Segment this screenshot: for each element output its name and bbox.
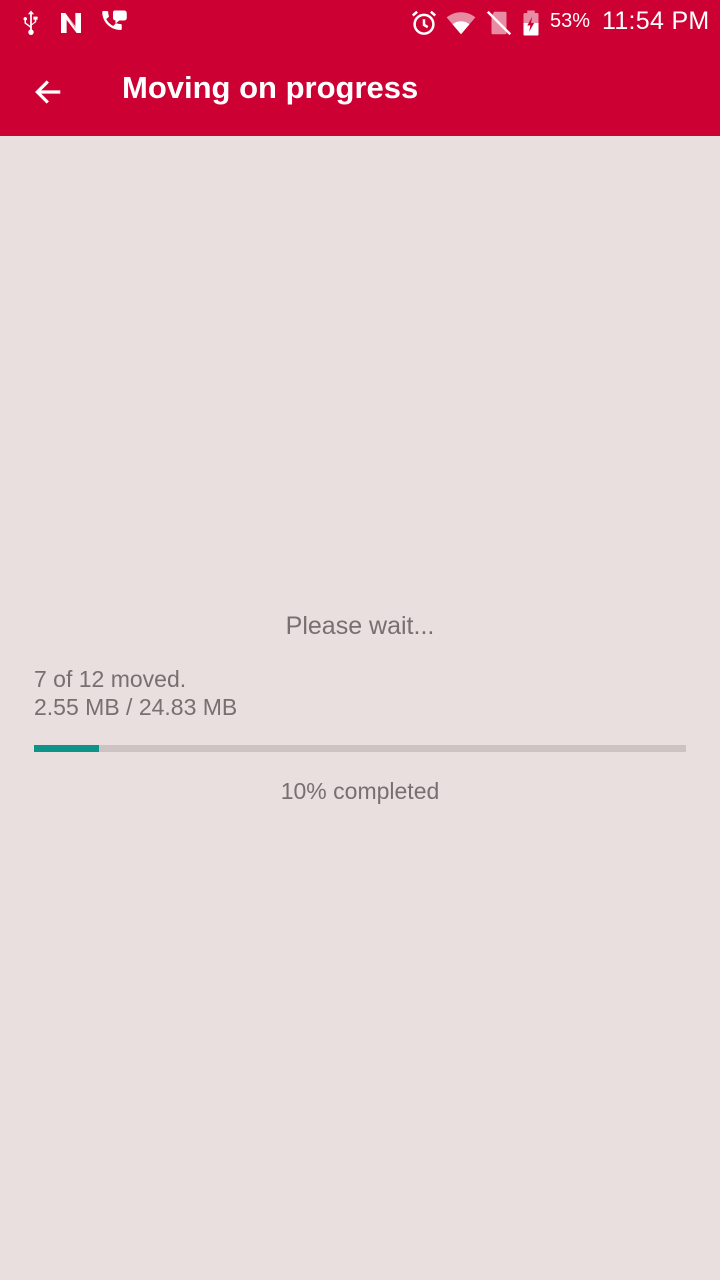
status-bar: 53% 11:54 PM bbox=[0, 0, 720, 48]
usb-icon bbox=[16, 8, 46, 38]
status-message: Please wait... bbox=[285, 612, 435, 640]
app-bar: Moving on progress bbox=[0, 48, 720, 136]
battery-percent: 53% bbox=[550, 10, 591, 32]
battery-charging-icon bbox=[516, 8, 546, 38]
progress-bar-fill bbox=[34, 745, 100, 752]
page-title: Moving on progress bbox=[122, 70, 419, 105]
moved-size: 2.55 MB / 24.83 MB bbox=[34, 694, 238, 720]
alarm-icon bbox=[409, 8, 439, 38]
completion-percent: 10% bbox=[280, 778, 327, 804]
arrow-left-icon bbox=[32, 76, 64, 108]
wifi-icon bbox=[446, 8, 476, 38]
completion-suffix: completed bbox=[326, 778, 440, 804]
phone-chat-icon bbox=[98, 8, 128, 38]
progress-panel: Please wait... 7 of 12 moved. 2.55 MB / … bbox=[0, 136, 720, 1280]
no-sim-icon bbox=[484, 8, 514, 38]
n-app-icon bbox=[56, 8, 86, 38]
completion-label: 10% completed bbox=[0, 778, 720, 805]
progress-bar bbox=[34, 745, 686, 752]
moved-count: 7 of 12 moved. bbox=[34, 666, 187, 692]
back-button[interactable] bbox=[20, 64, 76, 120]
clock: 11:54 PM bbox=[602, 7, 710, 35]
